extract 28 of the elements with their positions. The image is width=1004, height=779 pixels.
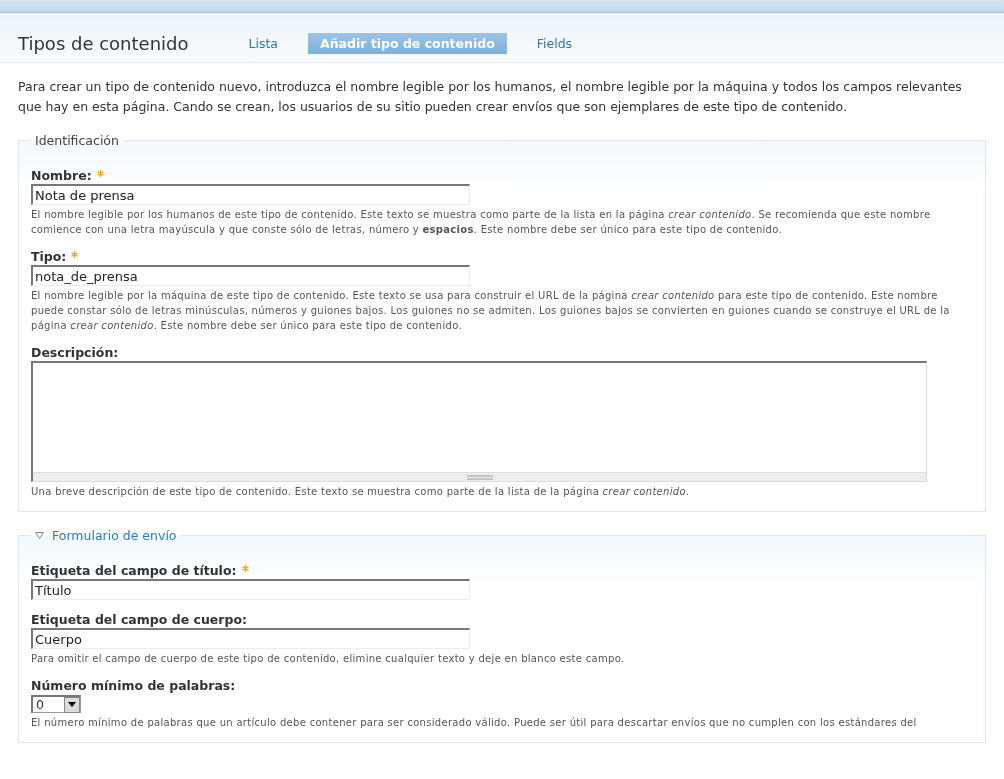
field-label: Etiqueta del campo de título: [31,563,973,578]
tab[interactable]: Lista [236,33,290,54]
required-asterisk-icon [96,170,104,177]
required-asterisk-icon [241,565,249,572]
tab[interactable]: Fields [524,33,585,54]
textarea-field[interactable] [31,361,927,482]
fieldset-toggle[interactable]: Formulario de envío [31,528,181,543]
select-field[interactable]: 0 [31,695,81,713]
field-help-text: El nombre legible por la máquina de este tipo de contenido. Este texto se usa para construir el URL de la página crear contenido para este tipo de contenido. Este nombre puede constar sólo de letras minúsculas, números y guiones bajos. Los guiones no se admiten. Los guiones bajos se convierten en guiones cuando se construye el URL de la página crear contenido. Este nombre debe ser único para este tipo de contenido. [31,289,951,333]
field-label: Descripción: [31,345,120,360]
required-asterisk-icon [71,251,79,258]
field-label: Etiqueta del campo de cuerpo: [31,612,248,627]
field-help-text: El número mínimo de palabras que un artículo debe contener para ser considerado válido. Puede ser útil para descartar envíos que no cumplen con los estándares del [31,716,918,730]
field-help-text: Una breve descripción de este tipo de contenido. Este texto se muestra como parte de la lista de la página crear contenido. [31,485,691,499]
field-label: Número mínimo de palabras: [31,678,237,693]
field-label: Nombre: [31,168,973,183]
text-field[interactable]: nota_de_prensa [31,265,470,286]
field-help-text: El nombre legible por los humanos de este tipo de contenido. Este texto se muestra como parte de la lista en la página crear contenido. Se recomienda que este nombre comience con una letra mayúscula y que conste sólo de letras, número y espacios. Este nombre debe ser único para este tipo de contenido. [31,208,932,237]
text-field[interactable]: Cuerpo [31,628,470,649]
page-title: Tipos de contenido [18,33,189,54]
text-field[interactable]: Título [31,579,470,600]
field-label: Tipo: [31,249,973,264]
field-help-text: Para omitir el campo de cuerpo de este tipo de contenido, elimine cualquier texto y deje en blanco este campo. [31,652,626,666]
fieldset-legend: Identificación [31,133,123,148]
triangle-icon [35,532,44,539]
intro-text: Para crear un tipo de contenido nuevo, introduzca el nombre legible por los humanos, el nombre legible por la máquina y todos los campos relevantes que hay en esta página. Cando se crean, los usuarios de su sitio pueden crear envíos que son ejemplares de este tipo de contenido. [18,78,963,116]
grip-icon [466,474,493,480]
text-field[interactable]: Nota de prensa [31,184,470,205]
